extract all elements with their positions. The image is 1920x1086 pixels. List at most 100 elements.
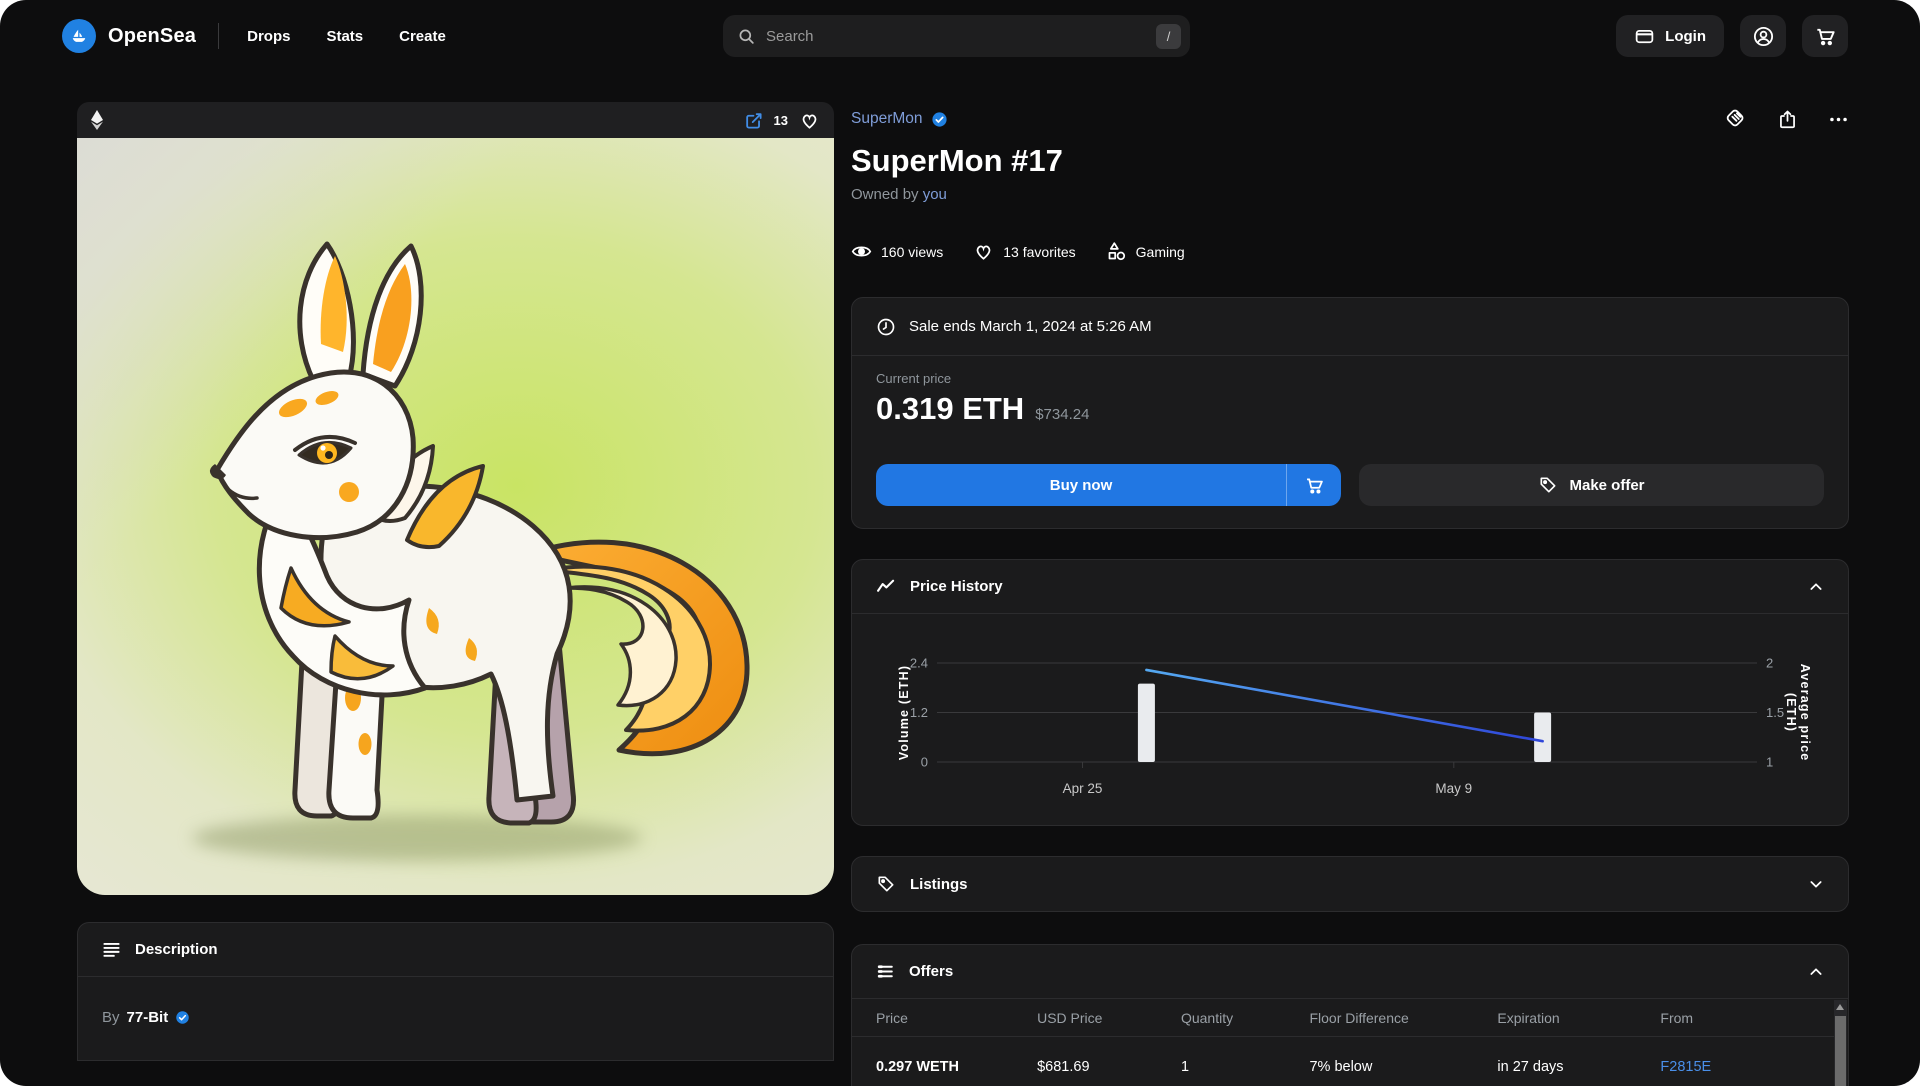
account-icon <box>1752 25 1775 48</box>
deal-icon[interactable] <box>1725 108 1747 130</box>
nft-image-header: 13 <box>77 102 834 138</box>
nft-artwork[interactable] <box>77 138 834 895</box>
opensea-boat-icon <box>62 19 96 53</box>
image-favorites-count: 13 <box>774 113 788 128</box>
svg-text:1.2: 1.2 <box>910 705 928 720</box>
external-link-icon[interactable] <box>744 111 763 130</box>
navbar-actions: Login <box>1616 15 1848 57</box>
chevron-down-icon[interactable] <box>1808 876 1824 892</box>
owned-by-line: Owned by you <box>851 186 1849 203</box>
eye-icon <box>851 241 872 262</box>
left-column: 13 <box>77 102 834 1061</box>
owner-link[interactable]: you <box>923 186 947 203</box>
col-usd-price: USD Price <box>1037 1010 1181 1026</box>
description-body: By 77-Bit <box>78 977 833 1060</box>
collection-verified-icon <box>931 111 948 128</box>
price-chart-svg: 011.21.52.42Apr 25May 9Volume (ETH)Avera… <box>852 614 1850 820</box>
listings-card: Listings <box>851 856 1849 912</box>
ethereum-icon <box>90 109 104 131</box>
scrollbar-thumb[interactable] <box>1835 1016 1846 1086</box>
tag-icon <box>876 874 896 894</box>
account-button[interactable] <box>1740 15 1786 57</box>
nav-link-stats[interactable]: Stats <box>326 28 363 45</box>
svg-text:1.5: 1.5 <box>1766 705 1784 720</box>
svg-text:0: 0 <box>921 755 928 770</box>
search-shortcut-key: / <box>1156 24 1181 49</box>
nft-image-card: 13 <box>77 102 834 895</box>
scroll-up-arrow[interactable] <box>1836 1004 1844 1010</box>
login-label: Login <box>1665 28 1706 45</box>
description-lines-icon <box>102 940 121 959</box>
creator-name[interactable]: 77-Bit <box>127 1009 169 1026</box>
collection-link[interactable]: SuperMon <box>851 110 948 128</box>
col-from: From <box>1660 1010 1835 1026</box>
svg-text:2.4: 2.4 <box>910 656 928 671</box>
heart-icon <box>973 241 994 262</box>
by-prefix: By <box>102 1009 120 1026</box>
collection-name: SuperMon <box>851 110 923 128</box>
brand-name: OpenSea <box>108 25 196 48</box>
main-content: 13 <box>0 72 1920 1086</box>
favorites-count: 13 favorites <box>1003 244 1075 260</box>
sale-countdown: Sale ends March 1, 2024 at 5:26 AM <box>852 298 1848 355</box>
price-usd: $734.24 <box>1035 406 1089 423</box>
more-options-icon[interactable] <box>1828 109 1849 130</box>
listings-header[interactable]: Listings <box>852 857 1848 911</box>
trend-icon <box>876 577 896 597</box>
sale-card: Sale ends March 1, 2024 at 5:26 AM Curre… <box>851 297 1849 529</box>
price-history-card: Price History 011.21.52.42Apr 25May 9Vol… <box>851 559 1849 826</box>
current-price-label: Current price <box>876 371 1824 386</box>
nav-links: Drops Stats Create <box>247 28 446 45</box>
wallet-icon <box>1634 26 1655 47</box>
chevron-up-icon[interactable] <box>1808 579 1824 595</box>
sale-ends-text: Sale ends March 1, 2024 at 5:26 AM <box>909 318 1152 335</box>
offers-header[interactable]: Offers <box>852 945 1848 999</box>
price-section: Current price 0.319 ETH $734.24 Buy now <box>852 356 1848 528</box>
nav-link-create[interactable]: Create <box>399 28 446 45</box>
svg-text:2: 2 <box>1766 656 1773 671</box>
stats-row: 160 views 13 favorites Gaming <box>851 241 1849 262</box>
search-bar[interactable]: / <box>723 15 1190 57</box>
navbar: OpenSea Drops Stats Create / Login <box>0 0 1920 72</box>
favorites-stat: 13 favorites <box>973 241 1075 262</box>
offers-scrollbar[interactable] <box>1834 1000 1847 1086</box>
buy-now-button[interactable]: Buy now <box>876 464 1341 506</box>
buy-now-label[interactable]: Buy now <box>876 464 1286 506</box>
col-price: Price <box>876 1010 1037 1026</box>
description-header[interactable]: Description <box>78 923 833 977</box>
search-input[interactable] <box>766 28 1146 45</box>
cart-button[interactable] <box>1802 15 1848 57</box>
price-history-header[interactable]: Price History <box>852 560 1848 614</box>
offer-usd: $681.69 <box>1037 1059 1181 1075</box>
description-title: Description <box>135 941 218 958</box>
cart-icon <box>1814 25 1837 48</box>
list-icon <box>876 962 895 981</box>
add-to-cart-button[interactable] <box>1287 464 1341 506</box>
col-expiration: Expiration <box>1497 1010 1660 1026</box>
offers-card: Offers Price USD Price Quantity Floor Di… <box>851 944 1849 1086</box>
make-offer-button[interactable]: Make offer <box>1359 464 1824 506</box>
price-history-chart: 011.21.52.42Apr 25May 9Volume (ETH)Avera… <box>852 614 1848 825</box>
offer-quantity: 1 <box>1181 1059 1310 1075</box>
description-bottom-divider <box>78 1060 833 1061</box>
favorite-heart-icon[interactable] <box>799 110 820 131</box>
svg-text:Apr 25: Apr 25 <box>1063 781 1103 796</box>
svg-text:1: 1 <box>1766 755 1773 770</box>
tag-icon <box>1538 475 1558 495</box>
views-stat: 160 views <box>851 241 943 262</box>
col-quantity: Quantity <box>1181 1010 1310 1026</box>
make-offer-label: Make offer <box>1569 477 1644 494</box>
price-history-title: Price History <box>910 578 1003 595</box>
item-title: SuperMon #17 <box>851 143 1849 179</box>
price-eth: 0.319 ETH <box>876 391 1024 427</box>
offer-from-link[interactable]: F2815E <box>1660 1059 1835 1075</box>
login-button[interactable]: Login <box>1616 15 1724 57</box>
offer-expiration: in 27 days <box>1497 1059 1660 1075</box>
chevron-up-icon[interactable] <box>1808 964 1824 980</box>
offers-table-header: Price USD Price Quantity Floor Differenc… <box>852 999 1835 1037</box>
opensea-logo[interactable]: OpenSea <box>62 19 196 53</box>
search-icon <box>737 27 756 46</box>
offer-row: 0.297 WETH $681.69 1 7% below in 27 days… <box>852 1037 1835 1086</box>
nav-link-drops[interactable]: Drops <box>247 28 290 45</box>
share-icon[interactable] <box>1777 109 1798 130</box>
